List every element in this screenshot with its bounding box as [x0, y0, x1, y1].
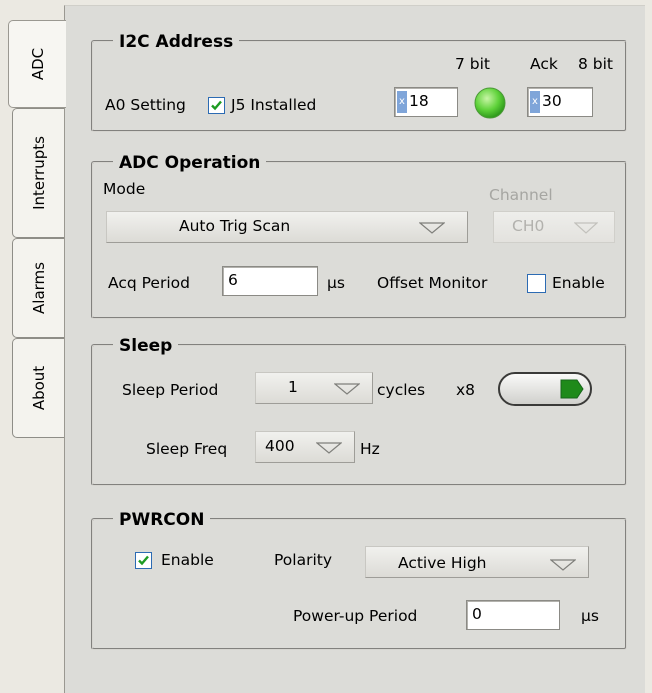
chevron-down-icon [316, 442, 342, 454]
pwrcon-title: PWRCON [113, 510, 211, 530]
channel-label: Channel [489, 186, 553, 204]
sleep-title: Sleep [113, 336, 179, 356]
channel-dropdown[interactable]: CH0 [493, 211, 615, 243]
adc-operation-title: ADC Operation [113, 153, 267, 173]
col-7bit-label: 7 bit [455, 55, 491, 73]
powerup-period-value: 0 [472, 605, 482, 623]
a0-setting-label: A0 Setting [105, 96, 186, 114]
multiplier-label: x8 [456, 381, 476, 399]
polarity-value: Active High [398, 554, 487, 572]
i2c-address-group [91, 40, 627, 132]
col-8bit-label: 8 bit [578, 55, 614, 73]
address-8bit-value: 30 [542, 92, 562, 110]
tab-adc-label: ADC [28, 47, 47, 81]
tab-strip: ADC Interrupts Alarms About [0, 0, 66, 692]
offset-monitor-label: Offset Monitor [377, 274, 488, 292]
chevron-down-icon [419, 222, 445, 234]
chevron-down-icon [334, 383, 360, 395]
offset-enable-label: Enable [552, 274, 605, 292]
tab-interrupts-label: Interrupts [29, 136, 48, 210]
cycles-label: cycles [377, 381, 426, 399]
pwrcon-enable-label: Enable [161, 551, 214, 569]
powerup-period-input[interactable]: 0 [466, 600, 560, 630]
chevron-down-icon [550, 559, 576, 571]
ack-led-icon [474, 87, 506, 119]
powerup-period-label: Power-up Period [293, 607, 418, 625]
acq-period-input[interactable]: 6 [222, 266, 318, 296]
polarity-dropdown[interactable]: Active High [365, 546, 589, 578]
powerup-period-unit: µs [581, 607, 599, 625]
tab-about[interactable]: About [12, 338, 64, 438]
tab-interrupts[interactable]: Interrupts [12, 108, 64, 238]
polarity-label: Polarity [274, 551, 333, 569]
j5-installed-label: J5 Installed [231, 96, 317, 114]
tab-alarms-label: Alarms [29, 262, 48, 314]
sleep-freq-dropdown[interactable]: 400 [255, 431, 355, 463]
radix-indicator: x [397, 91, 407, 113]
acq-period-unit: µs [327, 274, 345, 292]
sleep-period-value: 1 [288, 378, 298, 396]
adc-panel: I2C Address 7 bit Ack 8 bit A0 Setting J… [64, 5, 645, 693]
mode-dropdown[interactable]: Auto Trig Scan [106, 211, 468, 243]
mode-label: Mode [103, 180, 146, 198]
acq-period-value: 6 [228, 271, 238, 289]
sleep-freq-value: 400 [265, 437, 295, 455]
col-ack-label: Ack [530, 55, 558, 73]
acq-period-label: Acq Period [108, 274, 190, 292]
address-8bit-field[interactable]: x 30 [527, 87, 593, 117]
sleep-toggle-switch[interactable] [497, 370, 595, 408]
tab-about-label: About [29, 365, 48, 411]
tab-adc[interactable]: ADC [8, 20, 66, 108]
address-7bit-value: 18 [409, 92, 429, 110]
sleep-period-label: Sleep Period [122, 381, 219, 399]
pwrcon-group [91, 518, 627, 650]
checkmark-icon [138, 555, 149, 566]
channel-dropdown-value: CH0 [512, 217, 545, 235]
chevron-down-icon [574, 222, 598, 234]
i2c-address-title: I2C Address [113, 32, 240, 52]
j5-installed-checkbox[interactable] [208, 97, 225, 114]
sleep-freq-label: Sleep Freq [146, 440, 228, 458]
radix-indicator: x [530, 91, 540, 113]
sleep-period-dropdown[interactable]: 1 [255, 372, 373, 404]
offset-monitor-checkbox[interactable] [527, 274, 546, 293]
tab-alarms[interactable]: Alarms [12, 238, 64, 338]
address-7bit-field[interactable]: x 18 [394, 87, 458, 117]
checkmark-icon [211, 100, 222, 111]
sleep-freq-unit: Hz [360, 440, 380, 458]
pwrcon-enable-checkbox[interactable] [135, 552, 152, 569]
sleep-group [91, 344, 627, 486]
mode-dropdown-value: Auto Trig Scan [179, 217, 291, 235]
